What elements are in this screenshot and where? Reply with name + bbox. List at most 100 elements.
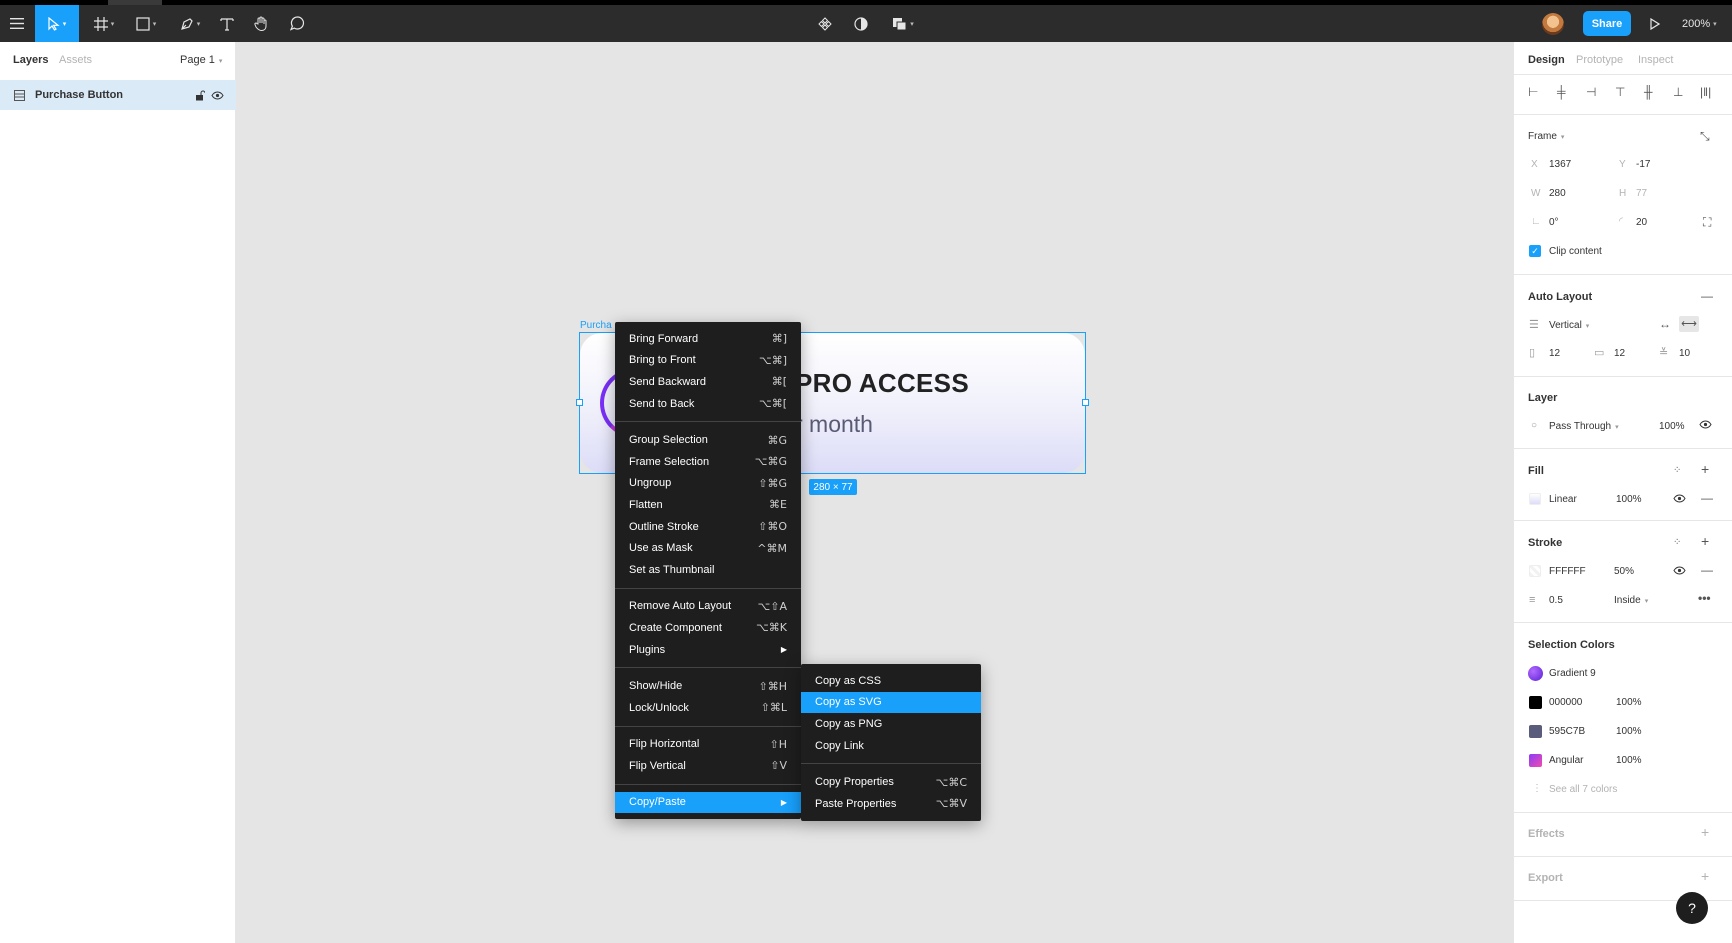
layer-row-purchase-button[interactable]: Purchase Button: [0, 80, 236, 110]
fill-width-icon[interactable]: ⟷: [1679, 316, 1699, 332]
align-center-h-icon[interactable]: ╪: [1557, 86, 1566, 98]
selection-color-opacity[interactable]: 100%: [1616, 726, 1642, 737]
layer-opacity-input[interactable]: 100%: [1659, 421, 1685, 432]
menu-item-use-as-mask[interactable]: Use as Mask ^⌘M: [615, 537, 801, 559]
more-options-icon[interactable]: •••: [1698, 592, 1711, 604]
menu-item-frame-selection[interactable]: Frame Selection ⌥⌘G: [615, 451, 801, 473]
menu-item-plugins[interactable]: Plugins ▶: [615, 639, 801, 661]
stroke-swatch[interactable]: [1529, 565, 1541, 577]
stroke-styles-icon[interactable]: ⁘: [1673, 537, 1681, 549]
distribute-icon[interactable]: |‖|: [1700, 86, 1711, 98]
menu-item-set-as-thumbnail[interactable]: Set as Thumbnail: [615, 559, 801, 581]
menu-item-copy-as-png[interactable]: Copy as PNG: [801, 713, 981, 735]
menu-item-lock-unlock[interactable]: Lock/Unlock ⇧⌘L: [615, 697, 801, 719]
fill-swatch[interactable]: [1529, 493, 1541, 505]
hug-width-icon[interactable]: ↔: [1659, 318, 1671, 330]
menu-item-bring-to-front[interactable]: Bring to Front ⌥⌘]: [615, 350, 801, 372]
menu-item-bring-forward[interactable]: Bring Forward ⌘]: [615, 328, 801, 350]
resize-handle-left[interactable]: [576, 399, 583, 406]
unlock-icon[interactable]: [195, 90, 205, 101]
fill-styles-icon[interactable]: ⁘: [1673, 465, 1681, 477]
selection-color-opacity[interactable]: 100%: [1616, 755, 1642, 766]
clip-content-checkbox[interactable]: ✓: [1529, 245, 1541, 257]
boolean-icon[interactable]: ▾: [886, 5, 920, 42]
color-595c7b-swatch[interactable]: [1529, 725, 1542, 738]
h-input[interactable]: 77: [1636, 188, 1647, 199]
menu-item-copy-paste[interactable]: Copy/Paste ▶: [615, 791, 801, 814]
stroke-opacity-input[interactable]: 50%: [1614, 566, 1634, 577]
align-middle-icon[interactable]: ╫: [1644, 86, 1653, 98]
menu-item-copy-as-css[interactable]: Copy as CSS: [801, 670, 981, 692]
page-selector[interactable]: Page 1 ▾: [180, 54, 222, 66]
align-bottom-icon[interactable]: ⊥: [1673, 86, 1683, 98]
menu-item-outline-stroke[interactable]: Outline Stroke ⇧⌘O: [615, 516, 801, 538]
shape-tool-icon[interactable]: ▾: [130, 5, 162, 42]
menu-item-group-selection[interactable]: Group Selection ⌘G: [615, 429, 801, 451]
w-input[interactable]: 280: [1549, 188, 1566, 199]
frame-name-label[interactable]: Purcha: [580, 320, 612, 331]
share-button[interactable]: Share: [1583, 11, 1631, 36]
resize-to-fit-icon[interactable]: ⤡: [1700, 130, 1710, 142]
menu-item-send-to-back[interactable]: Send to Back ⌥⌘[: [615, 393, 801, 415]
vertical-padding-input[interactable]: 12: [1614, 348, 1625, 359]
menu-item-send-backward[interactable]: Send Backward ⌘[: [615, 371, 801, 393]
pen-tool-icon[interactable]: ▾: [174, 5, 206, 42]
tab-assets[interactable]: Assets: [59, 54, 92, 66]
zoom-dropdown[interactable]: 200% ▾: [1682, 5, 1717, 42]
hand-tool-icon[interactable]: [250, 5, 272, 42]
menu-item-copy-as-svg[interactable]: Copy as SVG: [801, 691, 981, 714]
add-fill-icon[interactable]: +: [1701, 462, 1709, 476]
item-spacing-input[interactable]: 10: [1679, 348, 1690, 359]
menu-item-copy-properties[interactable]: Copy Properties ⌥⌘C: [801, 771, 981, 793]
remove-auto-layout-icon[interactable]: —: [1701, 290, 1713, 302]
stroke-weight-input[interactable]: 0.5: [1549, 595, 1563, 606]
selection-color-name[interactable]: 595C7B: [1549, 726, 1585, 737]
align-right-icon[interactable]: ⊣: [1586, 86, 1596, 98]
angular-gradient-swatch[interactable]: [1529, 754, 1542, 767]
x-input[interactable]: 1367: [1549, 159, 1571, 170]
selection-color-opacity[interactable]: 100%: [1616, 697, 1642, 708]
color-000000-swatch[interactable]: [1529, 696, 1542, 709]
menu-item-create-component[interactable]: Create Component ⌥⌘K: [615, 617, 801, 639]
y-input[interactable]: -17: [1636, 159, 1650, 170]
add-effect-icon[interactable]: +: [1701, 825, 1709, 839]
menu-item-show-hide[interactable]: Show/Hide ⇧⌘H: [615, 675, 801, 697]
menu-item-flip-vertical[interactable]: Flip Vertical ⇧V: [615, 755, 801, 777]
align-left-icon[interactable]: ⊢: [1528, 86, 1538, 98]
blend-mode-dropdown[interactable]: Pass Through ▾: [1549, 421, 1619, 432]
mask-icon[interactable]: [850, 5, 872, 42]
menu-item-copy-link[interactable]: Copy Link: [801, 735, 981, 757]
stroke-position-dropdown[interactable]: Inside ▾: [1614, 595, 1648, 606]
frame-tool-icon[interactable]: ▾: [88, 5, 120, 42]
help-button[interactable]: ?: [1676, 892, 1708, 924]
independent-corners-icon[interactable]: ⛶: [1703, 216, 1711, 228]
text-tool-icon[interactable]: [216, 5, 238, 42]
move-tool-icon[interactable]: ▾: [35, 5, 79, 42]
comment-tool-icon[interactable]: [286, 5, 308, 42]
fill-type-label[interactable]: Linear: [1549, 494, 1577, 505]
menu-item-remove-auto-layout[interactable]: Remove Auto Layout ⌥⇧A: [615, 596, 801, 618]
gradient-9-swatch[interactable]: [1528, 666, 1543, 681]
selection-color-name[interactable]: 000000: [1549, 697, 1582, 708]
frame-type-dropdown[interactable]: Frame ▾: [1528, 131, 1564, 142]
menu-item-flip-horizontal[interactable]: Flip Horizontal ⇧H: [615, 734, 801, 756]
component-icon[interactable]: [814, 5, 836, 42]
selection-color-name[interactable]: Gradient 9: [1549, 668, 1596, 679]
horizontal-padding-input[interactable]: 12: [1549, 348, 1560, 359]
tab-design[interactable]: Design: [1528, 54, 1565, 66]
menu-item-flatten[interactable]: Flatten ⌘E: [615, 494, 801, 516]
tab-inspect[interactable]: Inspect: [1638, 54, 1673, 66]
fill-opacity-input[interactable]: 100%: [1616, 494, 1642, 505]
resize-handle-right[interactable]: [1082, 399, 1089, 406]
remove-stroke-icon[interactable]: —: [1701, 564, 1713, 576]
stroke-color-input[interactable]: FFFFFF: [1549, 566, 1586, 577]
corner-radius-input[interactable]: 20: [1636, 217, 1647, 228]
eye-icon[interactable]: [211, 90, 224, 100]
add-export-icon[interactable]: +: [1701, 869, 1709, 883]
fill-eye-icon[interactable]: [1673, 493, 1686, 505]
menu-item-paste-properties[interactable]: Paste Properties ⌥⌘V: [801, 793, 981, 815]
align-top-icon[interactable]: ⊤: [1615, 86, 1625, 98]
tab-prototype[interactable]: Prototype: [1576, 54, 1623, 66]
menu-icon[interactable]: [6, 5, 28, 42]
stroke-eye-icon[interactable]: [1673, 565, 1686, 577]
